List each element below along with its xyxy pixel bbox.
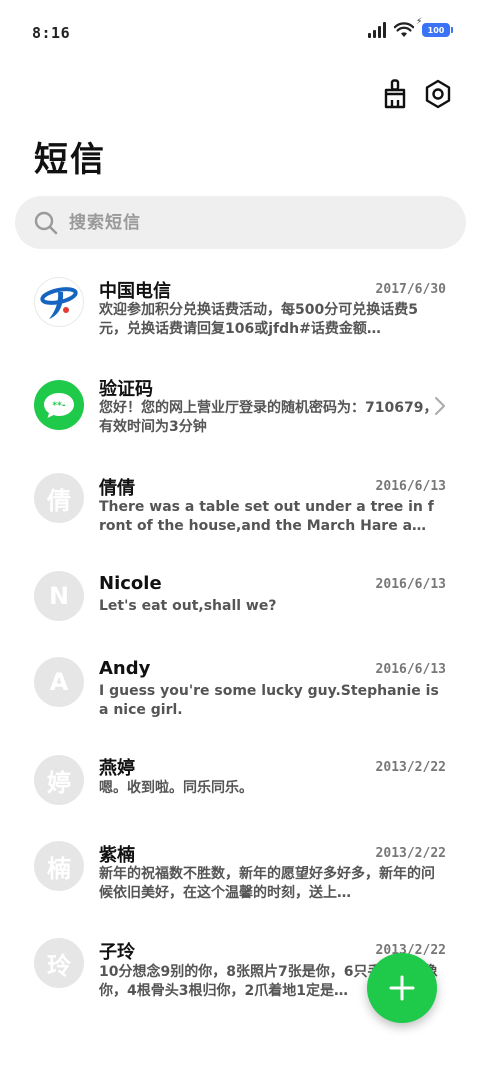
contact-name: 燕婷	[99, 758, 135, 779]
avatar: 楠	[34, 841, 84, 891]
chevron-right-icon	[435, 397, 445, 415]
message-date: 2016/6/13	[375, 479, 446, 494]
contact-name: 倩倩	[99, 478, 135, 499]
settings-button[interactable]	[422, 78, 454, 110]
message-date: 2016/6/13	[375, 662, 446, 677]
china-telecom-logo-icon	[40, 287, 78, 319]
avatar: A	[34, 657, 84, 707]
message-item-nicole[interactable]: N Nicole 2016/6/13 Let's eat out,shall w…	[0, 562, 480, 632]
wifi-icon	[394, 22, 414, 37]
contact-name: 验证码	[99, 379, 153, 400]
message-preview: I guess you're some lucky guy.Stephanie …	[99, 683, 439, 718]
new-message-button[interactable]	[367, 953, 437, 1023]
message-item-qianqian[interactable]: 倩 倩倩 2016/6/13 There was a table set out…	[0, 464, 480, 544]
message-item-verification-code[interactable]: **- 验证码 您好！您的网上营业厅登录的随机密码为：710679，有效时间为3…	[0, 366, 480, 446]
search-bar[interactable]	[15, 196, 466, 249]
clean-button[interactable]	[379, 78, 411, 110]
avatar: N	[34, 571, 84, 621]
message-date: 2017/6/30	[375, 282, 446, 297]
battery-icon: ⚡ 100	[416, 17, 453, 37]
search-input[interactable]	[69, 196, 449, 249]
avatar: **-	[34, 380, 84, 430]
plus-icon	[389, 975, 415, 1001]
message-item-zinan[interactable]: 楠 紫楠 2013/2/22 新年的祝福数不胜数，新年的愿望好多好多，新年的问候…	[0, 829, 480, 909]
avatar: 倩	[34, 473, 84, 523]
contact-name: 中国电信	[99, 281, 171, 302]
avatar: 婷	[34, 755, 84, 805]
message-preview: 新年的祝福数不胜数，新年的愿望好多好多，新年的问候依旧美好，在这个温馨的时刻，送…	[99, 866, 435, 901]
broom-icon	[384, 79, 406, 109]
message-item-yanting[interactable]: 婷 燕婷 2013/2/22 嗯。收到啦。同乐同乐。	[0, 743, 480, 813]
message-date: 2013/2/22	[375, 760, 446, 775]
signal-icon	[368, 22, 386, 38]
search-icon	[34, 211, 58, 235]
status-bar: 8:16 ⚡ 100	[0, 0, 480, 66]
sms-bubble-icon: **-	[44, 393, 74, 418]
avatar: 玲	[34, 938, 84, 988]
contact-name: Andy	[99, 658, 151, 679]
contact-name: 子玲	[99, 942, 135, 963]
status-time: 8:16	[32, 24, 71, 42]
page-title: 短信	[34, 140, 106, 180]
settings-hex-icon	[425, 79, 451, 109]
message-date: 2016/6/13	[375, 577, 446, 592]
message-preview: 嗯。收到啦。同乐同乐。	[99, 780, 253, 796]
battery-level: 100	[427, 25, 445, 35]
charging-icon: ⚡	[416, 17, 423, 27]
message-preview: Let's eat out,shall we?	[99, 598, 277, 614]
svg-text:**-: **-	[52, 401, 65, 411]
message-preview: There was a table set out under a tree i…	[99, 499, 434, 534]
message-item-china-telecom[interactable]: 中国电信 2017/6/30 欢迎参加积分兑换话费活动，每500分可兑换话费5元…	[0, 268, 480, 348]
contact-name: 紫楠	[99, 845, 135, 866]
message-preview: 欢迎参加积分兑换话费活动，每500分可兑换话费5元，兑换话费请回复106或jfd…	[99, 302, 418, 337]
message-item-andy[interactable]: A Andy 2016/6/13 I guess you're some luc…	[0, 646, 480, 726]
message-date: 2013/2/22	[375, 846, 446, 861]
avatar	[34, 277, 84, 327]
message-preview: 您好！您的网上营业厅登录的随机密码为：710679，有效时间为3分钟	[99, 400, 438, 435]
contact-name: Nicole	[99, 573, 162, 594]
status-icons: ⚡ 100	[368, 17, 453, 38]
